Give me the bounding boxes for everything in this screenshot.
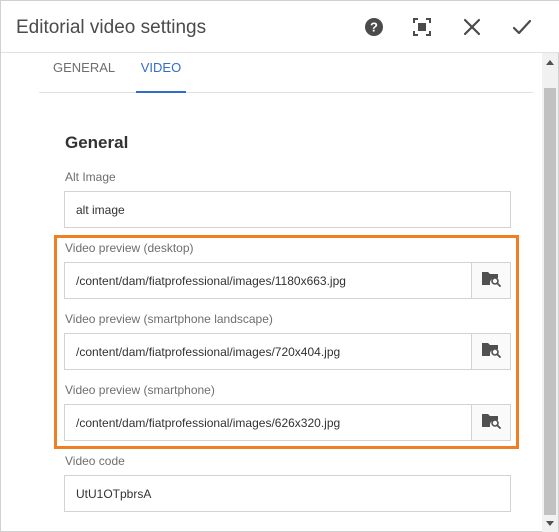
svg-text:?: ? [370,20,378,35]
alt-image-input[interactable] [64,191,511,228]
video-code-label: Video code [65,454,125,468]
preview-desktop-label: Video preview (desktop) [65,241,194,255]
browse-smartphone-button[interactable] [471,404,511,441]
folder-search-icon [481,411,501,434]
browse-desktop-button[interactable] [471,262,511,299]
tab-general[interactable]: GENERAL [53,53,115,93]
arrow-down-icon [546,514,554,532]
dialog-title: Editorial video settings [16,17,207,38]
scroll-up-button[interactable] [542,53,558,69]
done-button[interactable] [508,13,536,41]
scrollbar-thumb[interactable] [544,88,556,515]
checkmark-icon [512,18,532,36]
help-circle-icon: ? [364,17,384,37]
preview-desktop-input[interactable] [64,262,472,299]
fullscreen-icon [413,18,431,36]
editorial-video-settings-dialog: Editorial video settings ? GENERAL VIDEO… [0,0,559,532]
alt-image-label: Alt Image [65,170,116,184]
preview-smartphone-label: Video preview (smartphone) [65,383,215,397]
video-code-input[interactable] [64,475,511,512]
scroll-down-button[interactable] [542,515,558,531]
fullscreen-button[interactable] [408,13,436,41]
tab-video[interactable]: VIDEO [136,53,186,93]
help-button[interactable]: ? [360,13,388,41]
folder-search-icon [481,269,501,292]
tab-bar: GENERAL VIDEO [39,53,533,93]
preview-landscape-label: Video preview (smartphone landscape) [65,312,273,326]
folder-search-icon [481,340,501,363]
arrow-up-icon [546,52,554,70]
preview-landscape-input[interactable] [64,333,472,370]
dialog-header: Editorial video settings ? [1,1,559,53]
close-button[interactable] [458,13,486,41]
preview-smartphone-input[interactable] [64,404,472,441]
section-title: General [65,133,129,152]
close-icon [463,18,481,36]
browse-landscape-button[interactable] [471,333,511,370]
